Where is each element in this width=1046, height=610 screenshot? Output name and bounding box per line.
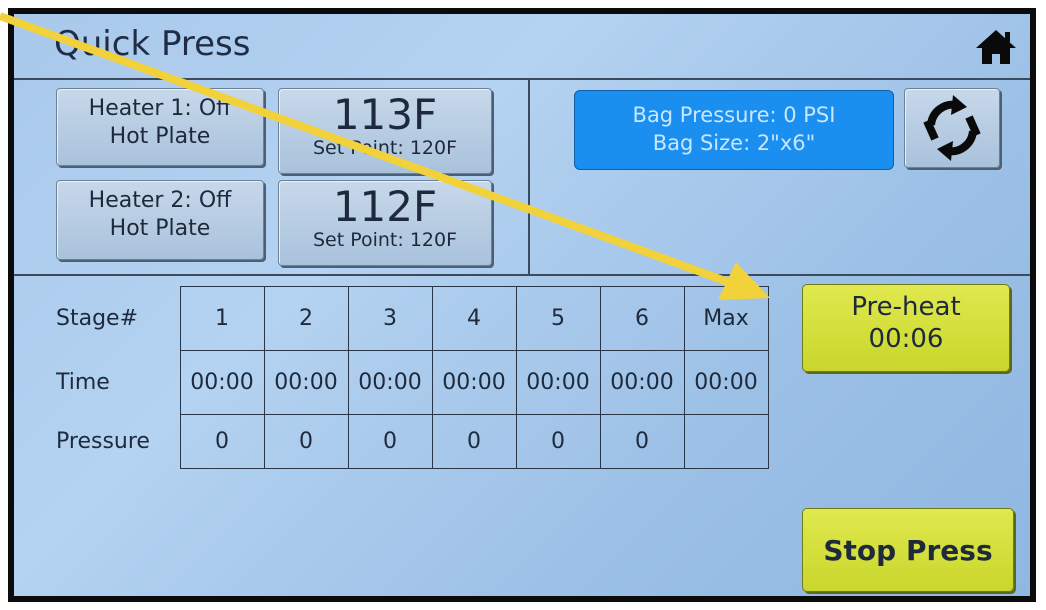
stage-time-cell[interactable]: 00:00	[348, 350, 432, 414]
row-label-time: Time	[56, 369, 110, 395]
preheat-label: Pre-heat	[851, 292, 961, 322]
table-grid-line	[432, 286, 433, 469]
table-grid-line	[516, 286, 517, 469]
bag-pressure-value: Bag Pressure: 0 PSI	[632, 103, 836, 127]
heater-2-temp-button[interactable]: 112F Set Point: 120F	[278, 180, 492, 266]
stage-time-cell[interactable]: 00:00	[600, 350, 684, 414]
table-grid-line	[264, 286, 265, 469]
divider-vertical	[528, 78, 530, 276]
table-grid-line	[180, 286, 769, 287]
heater-2-button[interactable]: Heater 2: Off Hot Plate	[56, 180, 264, 260]
title-bar: Quick Press	[14, 14, 1030, 80]
table-grid-line	[768, 286, 769, 469]
page-title: Quick Press	[54, 24, 251, 64]
table-grid-line	[684, 286, 685, 469]
stage-header: 1	[215, 305, 229, 331]
preheat-timer: 00:06	[868, 324, 944, 354]
stage-header: 4	[467, 305, 481, 331]
stage-pressure-cell[interactable]: 0	[264, 414, 348, 468]
heater-1-temp-button[interactable]: 113F Set Point: 120F	[278, 88, 492, 174]
stage-header: 6	[635, 305, 649, 331]
heater-2-temperature: 112F	[332, 182, 438, 231]
screen: Quick Press Heater 1: Off Hot Plate 113F…	[8, 8, 1036, 602]
stage-pressure-cell[interactable]: 0	[348, 414, 432, 468]
stage-time-cell[interactable]: 00:00	[684, 350, 768, 414]
stage-time-cell[interactable]: 00:00	[516, 350, 600, 414]
stage-header: 3	[383, 305, 397, 331]
heater-1-temperature: 113F	[332, 90, 438, 139]
table-grid-line	[180, 286, 181, 469]
bag-size-value: Bag Size: 2"x6"	[652, 131, 816, 155]
heater-2-type: Hot Plate	[109, 216, 211, 241]
row-label-stage: Stage#	[56, 305, 139, 331]
stage-time-cell[interactable]: 00:00	[432, 350, 516, 414]
stage-header: Max	[703, 305, 749, 331]
heater-1-type: Hot Plate	[109, 124, 211, 149]
stage-pressure-cell[interactable]: 0	[516, 414, 600, 468]
table-grid-line	[180, 414, 769, 415]
stage-pressure-cell[interactable]: 0	[180, 414, 264, 468]
home-icon[interactable]	[974, 28, 1018, 66]
bag-pressure-button[interactable]: Bag Pressure: 0 PSI Bag Size: 2"x6"	[574, 90, 894, 170]
stop-press-button[interactable]: Stop Press	[802, 508, 1014, 592]
refresh-button[interactable]	[904, 88, 1000, 168]
heater-1-button[interactable]: Heater 1: Off Hot Plate	[56, 88, 264, 166]
stage-time-cell[interactable]: 00:00	[264, 350, 348, 414]
stage-pressure-cell[interactable]	[684, 414, 768, 468]
heater-2-setpoint: Set Point: 120F	[312, 229, 458, 251]
stage-pressure-cell[interactable]: 0	[432, 414, 516, 468]
table-grid-line	[180, 350, 769, 351]
table-grid-line	[348, 286, 349, 469]
stage-pressure-cell[interactable]: 0	[600, 414, 684, 468]
preheat-button[interactable]: Pre-heat 00:06	[802, 284, 1010, 372]
stage-header: 5	[551, 305, 565, 331]
heater-2-status: Heater 2: Off	[88, 188, 232, 213]
divider-horizontal	[14, 274, 1030, 276]
table-grid-line	[600, 286, 601, 469]
stage-time-cell[interactable]: 00:00	[180, 350, 264, 414]
table-grid-line	[180, 468, 769, 469]
heater-1-status: Heater 1: Off	[88, 96, 232, 121]
refresh-icon	[923, 95, 981, 161]
row-label-pressure: Pressure	[56, 428, 150, 454]
stage-header: 2	[299, 305, 313, 331]
heater-1-setpoint: Set Point: 120F	[312, 137, 458, 159]
